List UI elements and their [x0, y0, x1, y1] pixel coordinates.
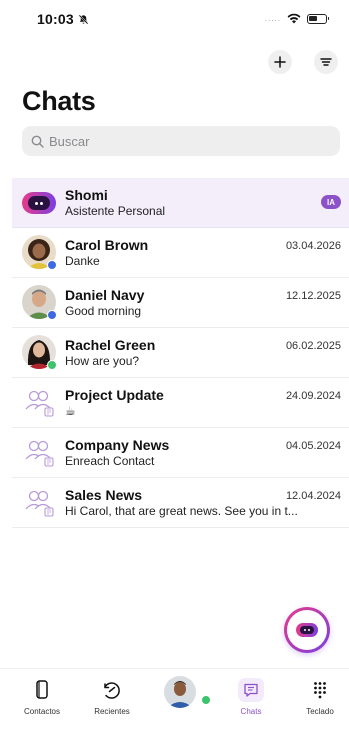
presence-indicator — [47, 360, 57, 370]
tab-label: Contactos — [23, 707, 61, 716]
status-bar: 10:03 ..... — [0, 0, 349, 40]
bell-muted-icon — [78, 14, 89, 25]
recents-icon — [104, 682, 120, 699]
presence-indicator — [201, 695, 211, 705]
chat-name: Rachel Green — [65, 337, 156, 353]
shomi-logo-icon — [22, 192, 56, 214]
plus-icon — [274, 56, 286, 68]
chat-name: Project Update — [65, 387, 164, 403]
profile-avatar — [164, 675, 196, 708]
chat-preview: Danke — [65, 254, 100, 268]
shomi-logo-icon — [296, 623, 318, 637]
chat-row-carol-brown[interactable]: Carol Brown Danke 03.04.2026 — [12, 228, 349, 278]
wifi-icon — [287, 13, 301, 24]
tab-chats[interactable]: Chats — [221, 677, 281, 716]
chat-date: 04.05.2024 — [285, 440, 341, 452]
chat-name: Shomi — [65, 187, 108, 203]
chat-row-company-news[interactable]: Company News Enreach Contact 04.05.2024 — [12, 428, 349, 478]
presence-indicator — [47, 310, 57, 320]
filter-button[interactable] — [314, 50, 338, 74]
group-chat-icon — [25, 490, 54, 517]
group-chat-icon — [25, 390, 54, 417]
chat-date: 06.02.2025 — [285, 340, 341, 352]
filter-icon — [320, 58, 332, 66]
chat-preview: Enreach Contact — [65, 454, 155, 468]
add-chat-button[interactable] — [268, 50, 292, 74]
ia-badge: IA — [321, 195, 341, 209]
chat-preview: ☕ — [65, 404, 76, 418]
chat-date: 03.04.2026 — [285, 240, 341, 252]
chat-preview: Hi Carol, that are great news. See you i… — [65, 504, 298, 518]
signal-icon: ..... — [264, 14, 281, 23]
chat-row-sales-news[interactable]: Sales News Hi Carol, that are great news… — [12, 478, 349, 528]
chat-name: Daniel Navy — [65, 287, 145, 303]
tab-teclado[interactable]: Teclado — [290, 677, 349, 716]
tab-contactos[interactable]: Contactos — [12, 677, 72, 716]
chat-date: 12.04.2024 — [285, 490, 341, 502]
chat-name: Sales News — [65, 487, 143, 503]
tab-label: Teclado — [306, 707, 334, 716]
tab-recientes[interactable]: Recientes — [82, 677, 142, 716]
contacts-icon — [36, 680, 48, 699]
group-chat-icon — [25, 440, 54, 467]
chat-row-shomi[interactable]: Shomi Asistente Personal IA — [12, 178, 349, 228]
chat-name: Company News — [65, 437, 170, 453]
tab-label: Recientes — [94, 707, 130, 716]
shomi-avatar — [22, 185, 58, 221]
search-bar[interactable] — [22, 126, 340, 156]
presence-indicator — [47, 260, 57, 270]
chat-preview: Asistente Personal — [65, 204, 166, 218]
chat-preview: Good morning — [65, 304, 142, 318]
chat-preview: How are you? — [65, 354, 140, 368]
chat-row-rachel-green[interactable]: Rachel Green How are you? 06.02.2025 — [12, 328, 349, 378]
page-title: Chats — [22, 86, 96, 116]
battery-icon — [307, 13, 329, 24]
chat-row-daniel-navy[interactable]: Daniel Navy Good morning 12.12.2025 — [12, 278, 349, 328]
chat-list: Shomi Asistente Personal IA Carol Brown … — [12, 178, 349, 528]
search-input[interactable] — [49, 133, 329, 149]
status-time: 10:03 — [37, 11, 89, 27]
tab-label: Chats — [240, 707, 262, 716]
tab-profile[interactable] — [150, 675, 211, 709]
chat-row-project-update[interactable]: Project Update ☕ 24.09.2024 — [12, 378, 349, 428]
chat-icon — [244, 683, 258, 697]
assistant-fab-button[interactable] — [284, 607, 330, 653]
chat-date: 12.12.2025 — [285, 290, 341, 302]
bottom-tab-bar: Contactos Recientes Chats Teclado — [0, 668, 349, 729]
chat-date: 24.09.2024 — [285, 390, 341, 402]
keypad-icon — [314, 682, 326, 699]
search-icon — [31, 135, 44, 148]
chat-name: Carol Brown — [65, 237, 149, 253]
